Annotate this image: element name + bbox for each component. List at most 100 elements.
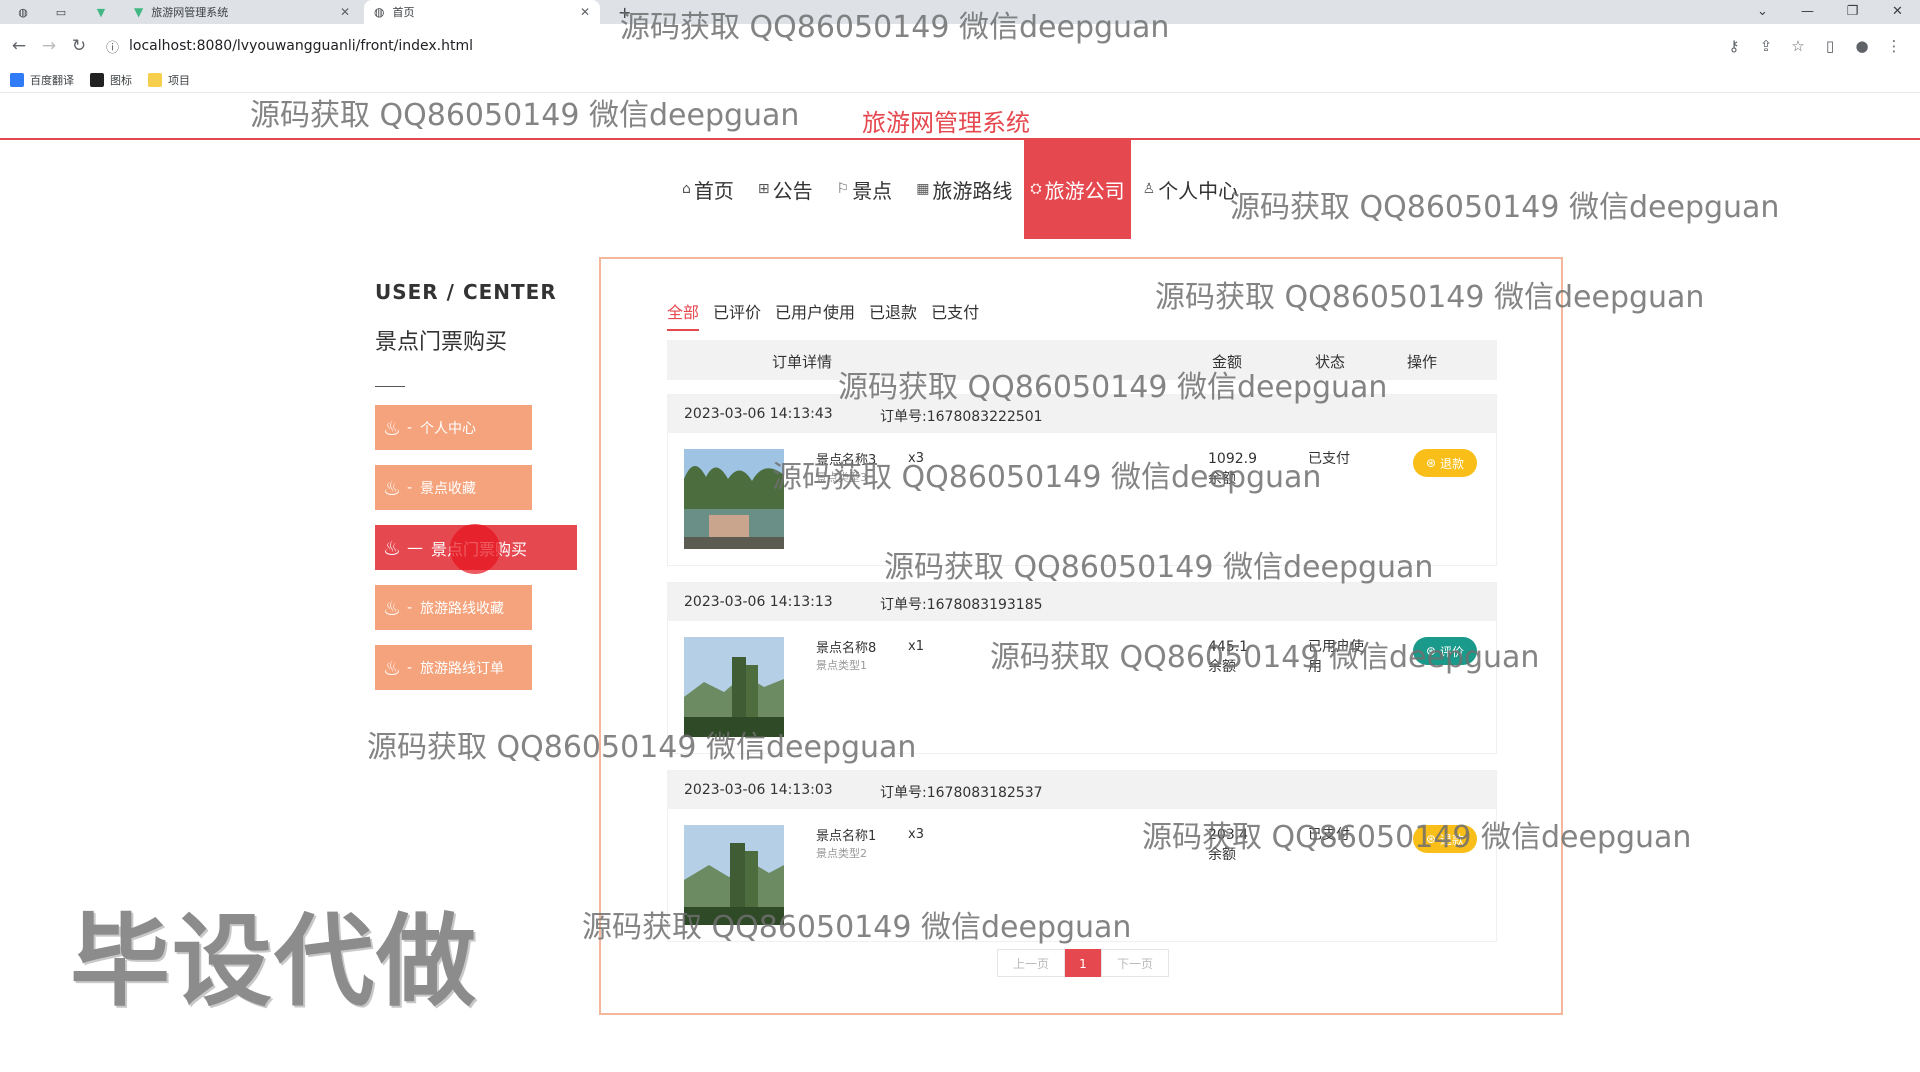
flame-icon: ♨	[383, 535, 401, 560]
close-icon[interactable]: ✕	[580, 5, 590, 19]
scenic-name: 景点名称8	[816, 641, 877, 656]
bookmark-item[interactable]: 百度翻译	[10, 72, 74, 88]
refund-button[interactable]: ⊛ 退款	[1413, 449, 1477, 477]
bookmark-label: 图标	[110, 74, 132, 87]
main-nav: ⌂ 首页 ⊞ 公告 ⚐ 景点 ▦ 旅游路线 ⛭ 旅游公司 ♙ 个人中心	[670, 139, 1250, 239]
nav-company[interactable]: ⛭ 旅游公司	[1024, 139, 1131, 239]
order-time: 2023-03-06 14:13:13	[684, 594, 833, 610]
back-icon[interactable]: ←	[4, 36, 34, 56]
bookmark-item[interactable]: 项目	[148, 72, 190, 88]
pinned-tab[interactable]: ▼	[84, 0, 118, 24]
tab-paid[interactable]: 已支付	[931, 299, 979, 331]
site-title: 旅游网管理系统	[862, 109, 1030, 137]
share-icon[interactable]: ⇪	[1750, 37, 1782, 55]
close-icon[interactable]: ✕	[1875, 0, 1920, 24]
sidebar-subtitle: 景点门票购买	[375, 330, 508, 355]
globe-icon: ◍	[374, 5, 385, 19]
forward-icon[interactable]: →	[34, 36, 64, 56]
browser-tab[interactable]: ▼ 旅游网管理系统 ✕	[124, 0, 360, 24]
tab-all[interactable]: 全部	[667, 299, 700, 331]
tab-used[interactable]: 已用户使用	[775, 299, 855, 331]
watermark: 源码获取 QQ86050149 微信deepguan	[582, 910, 1132, 945]
grid-icon: ▦	[916, 181, 930, 197]
nav-notice[interactable]: ⊞ 公告	[746, 139, 825, 239]
watermark: 源码获取 QQ86050149 微信deepguan	[367, 730, 917, 765]
flame-icon: ♨	[383, 595, 401, 620]
info-icon[interactable]: ⓘ	[106, 37, 119, 56]
order-header: 2023-03-06 14:13:13 订单号:1678083193185	[668, 583, 1496, 621]
sidebar-item-label: 景点收藏	[420, 480, 476, 497]
order-number: 订单号:1678083222501	[880, 409, 1043, 425]
restore-icon[interactable]: ❐	[1830, 0, 1875, 24]
divider	[375, 386, 405, 387]
user-icon: ♙	[1142, 181, 1156, 197]
nav-label: 旅游路线	[932, 178, 1013, 203]
column-header: 订单详情	[772, 353, 833, 371]
page-number-button[interactable]: 1	[1065, 949, 1101, 977]
browser-tab-active[interactable]: ◍ 首页 ✕	[364, 0, 600, 24]
file-icon: ▭	[55, 5, 67, 19]
flag-icon: ⚐	[836, 181, 850, 197]
column-header: 操作	[1407, 353, 1438, 371]
close-icon[interactable]: ✕	[340, 5, 350, 19]
sidebar-item-scenic-fav[interactable]: ♨ - 景点收藏	[375, 465, 532, 510]
profile-icon[interactable]: ●	[1846, 37, 1878, 55]
tab-reviewed[interactable]: 已评价	[713, 299, 761, 331]
order-number: 订单号:1678083193185	[880, 597, 1043, 613]
tab-refunded[interactable]: 已退款	[869, 299, 917, 331]
nav-label: 旅游公司	[1044, 178, 1125, 203]
sidebar-item-user-center[interactable]: ♨ - 个人中心	[375, 405, 532, 450]
watermark: 源码获取 QQ86050149 微信deepguan	[990, 640, 1540, 675]
globe-icon: ◍	[18, 5, 28, 19]
watermark: 源码获取 QQ86050149 微信deepguan	[620, 10, 1170, 45]
bookmark-label: 项目	[168, 74, 190, 87]
button-label: 退款	[1440, 456, 1465, 471]
sidebar-item-route-orders[interactable]: ♨ - 旅游路线订单	[375, 645, 532, 690]
reload-icon[interactable]: ↻	[64, 36, 94, 56]
nav-label: 个人中心	[1158, 178, 1239, 203]
pinned-tab[interactable]: ◍	[6, 0, 40, 24]
prev-page-button[interactable]: 上一页	[997, 949, 1065, 977]
key-icon[interactable]: ⚷	[1718, 37, 1750, 55]
folder-icon	[148, 73, 162, 87]
notice-icon: ⊞	[757, 181, 770, 197]
pinned-tab[interactable]: ▭	[44, 0, 78, 24]
home-icon: ⌂	[682, 181, 691, 197]
sidebar-title: USER / CENTER	[375, 280, 557, 304]
pagination: 上一页 1 下一页	[997, 949, 1169, 977]
watermark-large: 毕设代做	[70, 903, 478, 1020]
next-page-button[interactable]: 下一页	[1101, 949, 1169, 977]
star-icon[interactable]: ☆	[1782, 37, 1814, 55]
cursor-click-indicator	[450, 524, 500, 574]
company-icon: ⛭	[1030, 181, 1042, 197]
scenic-name: 景点名称1	[816, 829, 877, 844]
refund-icon: ⊛	[1425, 456, 1437, 470]
sidebar-item-label: 旅游路线收藏	[420, 600, 504, 617]
sidepanel-icon[interactable]: ▯	[1814, 37, 1846, 55]
sidebar-item-label: 个人中心	[420, 420, 476, 437]
order-header: 2023-03-06 14:13:03 订单号:1678083182537	[668, 771, 1496, 809]
vue-icon: ▼	[96, 5, 106, 19]
address-actions: ⚷ ⇪ ☆ ▯ ● ⋮	[1718, 24, 1910, 68]
tab-title: 旅游网管理系统	[151, 6, 229, 19]
chevron-down-icon[interactable]: ⌄	[1740, 0, 1785, 24]
scenic-type: 景点类型2	[816, 847, 867, 860]
scenic-type: 景点类型1	[816, 659, 867, 672]
order-time: 2023-03-06 14:13:43	[684, 406, 833, 422]
order-number: 订单号:1678083182537	[880, 785, 1043, 801]
scenic-thumbnail[interactable]	[684, 449, 784, 549]
watermark: 源码获取 QQ86050149 微信deepguan	[884, 550, 1434, 585]
minimize-icon[interactable]: —	[1785, 0, 1830, 24]
watermark: 源码获取 QQ86050149 微信deepguan	[250, 98, 800, 133]
nav-route[interactable]: ▦ 旅游路线	[904, 139, 1024, 239]
window-controls: ⌄ — ❐ ✕	[1740, 0, 1920, 24]
vue-icon: ▼	[134, 5, 144, 19]
sidebar: USER / CENTER 景点门票购买 ♨ - 个人中心 ♨ - 景点收藏 ♨ — …	[375, 280, 595, 690]
sidebar-item-route-fav[interactable]: ♨ - 旅游路线收藏	[375, 585, 532, 630]
tab-title: 首页	[392, 6, 415, 19]
nav-home[interactable]: ⌂ 首页	[670, 139, 746, 239]
translate-icon	[10, 73, 24, 87]
menu-icon[interactable]: ⋮	[1878, 37, 1910, 55]
nav-scenic[interactable]: ⚐ 景点	[825, 139, 905, 239]
bookmark-item[interactable]: 图标	[90, 72, 132, 88]
